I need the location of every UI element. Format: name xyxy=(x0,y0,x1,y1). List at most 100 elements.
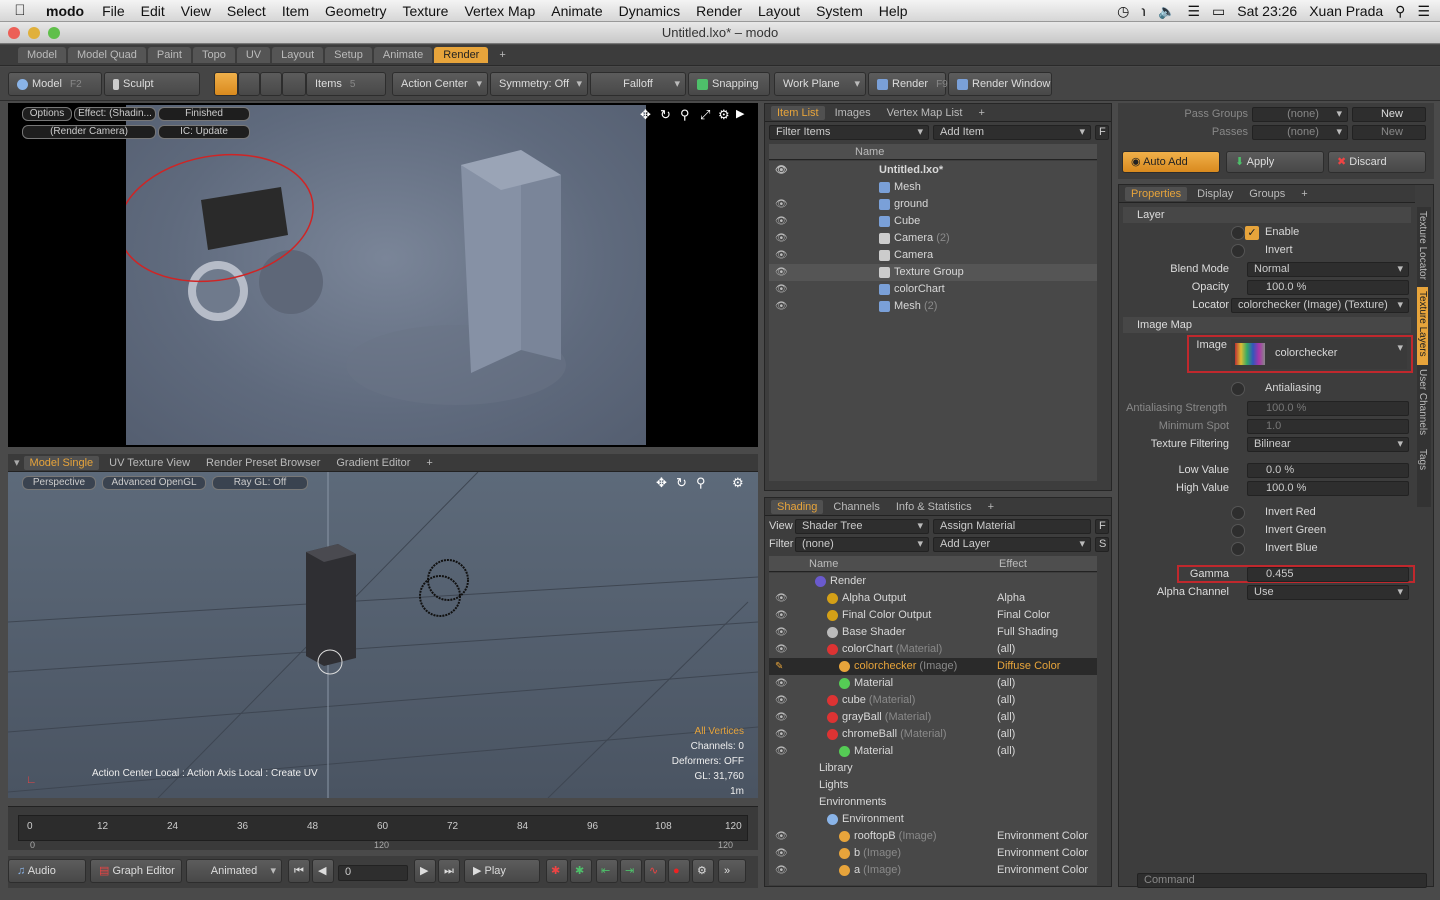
edge-mode-button[interactable] xyxy=(238,72,260,96)
shader-row[interactable]: 👁 Base Shader Full Shading xyxy=(769,624,1097,641)
expand-icon[interactable]: » xyxy=(718,859,746,883)
command-input[interactable]: Command xyxy=(1137,873,1427,888)
shader-row[interactable]: 👁 Final Color Output Final Color xyxy=(769,607,1097,624)
render-button[interactable]: Render F9 xyxy=(868,72,948,96)
move-view-icon[interactable]: ✥ xyxy=(640,107,651,123)
auto-add-button[interactable]: ◉ Auto Add xyxy=(1122,151,1220,173)
prev-keyframe-icon[interactable]: ⇤ xyxy=(596,859,618,883)
menu-texture[interactable]: Texture xyxy=(395,3,457,19)
render-camera-pill[interactable]: (Render Camera) xyxy=(22,125,156,139)
gamma-field[interactable]: 0.455 xyxy=(1247,567,1409,582)
options-icon[interactable]: ⚙ xyxy=(692,859,714,883)
layer-section[interactable]: Layer xyxy=(1123,207,1411,223)
shader-row[interactable]: 👁 a (Image) Environment Color xyxy=(769,862,1097,879)
clock[interactable]: Sat 23:26 xyxy=(1237,3,1297,19)
tab-paint[interactable]: Paint xyxy=(147,47,191,63)
move-3d-icon[interactable]: ✥ xyxy=(656,475,667,491)
zoom-view-icon[interactable]: ⚲ xyxy=(680,107,690,123)
add-shading-tab-icon[interactable]: + xyxy=(982,500,1000,514)
aa-strength-field[interactable]: 100.0 % xyxy=(1247,401,1409,416)
go-start-icon[interactable]: ⏮ xyxy=(288,859,310,883)
list-item-colorchart[interactable]: 👁 colorChart xyxy=(769,281,1097,298)
symmetry-dropdown[interactable]: Symmetry: Off xyxy=(490,72,588,96)
sculpt-button[interactable]: Sculpt xyxy=(104,72,200,96)
next-keyframe-icon[interactable]: ⇥ xyxy=(620,859,642,883)
visibility-eye-icon[interactable]: 👁 xyxy=(775,230,788,244)
shader-row[interactable]: 👁 grayBall (Material) (all) xyxy=(769,709,1097,726)
list-item-ground[interactable]: 👁 ground xyxy=(769,196,1097,213)
layer-effect[interactable]: Final Color xyxy=(997,607,1050,624)
image-map-section[interactable]: Image Map xyxy=(1123,317,1411,333)
view-gear-icon[interactable]: ⚙ xyxy=(732,475,744,491)
model-button[interactable]: Model F2 xyxy=(8,72,102,96)
passes-dropdown[interactable]: (none) xyxy=(1252,125,1348,140)
menu-dynamics[interactable]: Dynamics xyxy=(611,3,688,19)
tab-model-quad[interactable]: Model Quad xyxy=(67,47,146,63)
invert-red-checkbox[interactable] xyxy=(1231,506,1245,520)
vertex-mode-button[interactable] xyxy=(214,72,238,96)
ic-update-pill[interactable]: IC: Update xyxy=(158,125,250,139)
frame-field[interactable]: 0 xyxy=(338,865,408,881)
perspective-pill[interactable]: Perspective xyxy=(22,476,96,490)
shader-row[interactable]: 👁 Material (all) xyxy=(769,675,1097,692)
tab-render-preset-browser[interactable]: Render Preset Browser xyxy=(200,456,326,470)
menu-geometry[interactable]: Geometry xyxy=(317,3,394,19)
menu-help[interactable]: Help xyxy=(871,3,916,19)
filter-toggle-button[interactable]: F xyxy=(1095,125,1109,140)
list-item-mesh-2[interactable]: 👁 Mesh (2) xyxy=(769,298,1097,315)
layer-effect[interactable]: (all) xyxy=(997,675,1015,692)
shader-row[interactable]: 👁 Material (all) xyxy=(769,743,1097,760)
apply-button[interactable]: ⬇ Apply xyxy=(1226,151,1324,173)
raygl-pill[interactable]: Ray GL: Off xyxy=(212,476,308,490)
visibility-eye-icon[interactable]: 👁 xyxy=(775,675,788,689)
tab-layout[interactable]: Layout xyxy=(272,47,324,63)
auto-key-icon[interactable]: ∿ xyxy=(644,859,666,883)
wifi-icon[interactable]: ☰ xyxy=(1187,3,1200,20)
menu-item[interactable]: Item xyxy=(274,3,317,19)
menu-select[interactable]: Select xyxy=(219,3,274,19)
shader-row[interactable]: Lights xyxy=(769,777,1097,794)
menu-render[interactable]: Render xyxy=(688,3,750,19)
add-view-tab-icon[interactable]: + xyxy=(420,456,438,470)
settings-gear-icon[interactable]: ⚙ xyxy=(718,107,730,123)
shader-row[interactable]: ✎ colorchecker (Image) Diffuse Color xyxy=(769,658,1097,675)
record-icon[interactable]: ● xyxy=(668,859,690,883)
tab-groups[interactable]: Groups xyxy=(1243,187,1291,201)
menu-file[interactable]: File xyxy=(94,3,133,19)
visibility-eye-icon[interactable]: 👁 xyxy=(775,196,788,210)
rotate-view-icon[interactable]: ↻ xyxy=(660,107,671,123)
tab-topo[interactable]: Topo xyxy=(192,47,235,63)
enable-radio[interactable] xyxy=(1231,226,1245,240)
spotlight-icon[interactable]: ⚲ xyxy=(1395,3,1405,20)
layer-effect[interactable]: (all) xyxy=(997,692,1015,709)
texture-filtering-dropdown[interactable]: Bilinear xyxy=(1247,437,1409,452)
bluetooth-icon[interactable]: ℩ xyxy=(1141,3,1146,20)
items-button[interactable]: Items 5 xyxy=(306,72,386,96)
tab-texture-layers[interactable]: Texture Layers xyxy=(1417,287,1428,365)
material-mode-button[interactable] xyxy=(282,72,306,96)
timeline[interactable]: 0 12 24 36 48 60 72 84 96 108 120 0 120 … xyxy=(8,806,758,850)
visibility-eye-icon[interactable]: 👁 xyxy=(775,743,788,757)
min-spot-field[interactable]: 1.0 xyxy=(1247,419,1409,434)
options-pill[interactable]: Options xyxy=(22,107,72,121)
layer-effect[interactable]: Environment Color xyxy=(997,828,1088,845)
new-pass-group-button[interactable]: New xyxy=(1352,107,1426,122)
fit-view-icon[interactable]: ⤢ xyxy=(700,107,710,123)
add-properties-tab-icon[interactable]: + xyxy=(1295,187,1313,201)
layer-effect[interactable]: Full Shading xyxy=(997,624,1058,641)
shader-row[interactable]: 👁 Alpha Output Alpha xyxy=(769,590,1097,607)
shader-row[interactable]: 👁 cube (Material) (all) xyxy=(769,692,1097,709)
layer-effect[interactable]: (all) xyxy=(997,743,1015,760)
tab-display[interactable]: Display xyxy=(1191,187,1239,201)
discard-button[interactable]: ✖ Discard xyxy=(1328,151,1426,173)
shader-row[interactable]: Environment xyxy=(769,811,1097,828)
list-item-texture-group[interactable]: 👁 Texture Group xyxy=(769,264,1097,281)
next-key-icon[interactable]: ▶ xyxy=(414,859,436,883)
shader-row[interactable]: 👁 chromeBall (Material) (all) xyxy=(769,726,1097,743)
visibility-eye-icon[interactable]: 👁 xyxy=(775,264,788,278)
render-viewport[interactable]: Options Effect: (Shadin... Finished (Ren… xyxy=(8,103,758,447)
3d-viewport[interactable]: Perspective Advanced OpenGL Ray GL: Off … xyxy=(8,472,758,798)
assign-material-button[interactable]: Assign Material xyxy=(933,519,1091,534)
expand-arrow-icon[interactable]: ▶ xyxy=(736,107,744,120)
layer-effect[interactable]: (all) xyxy=(997,709,1015,726)
